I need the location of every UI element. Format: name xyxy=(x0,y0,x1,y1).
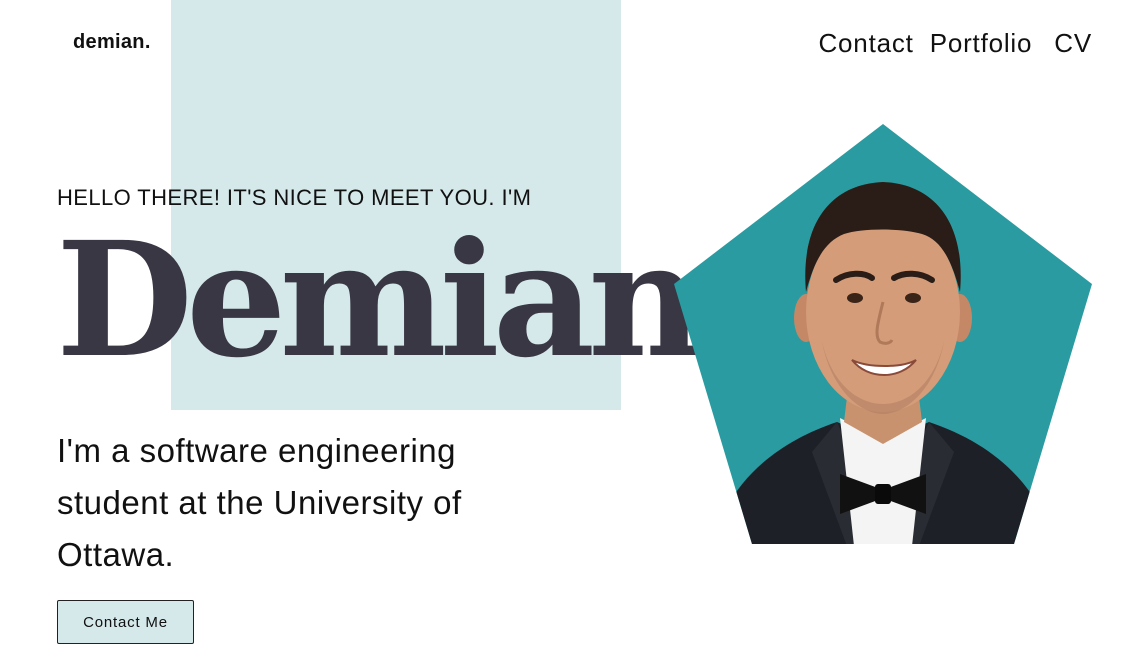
nav-link-portfolio[interactable]: Portfolio xyxy=(930,28,1033,59)
hero-intro-line: student at the University of xyxy=(57,484,462,521)
nav-link-cv[interactable]: CV xyxy=(1054,28,1092,59)
hero-intro: I'm a software engineering student at th… xyxy=(57,425,577,581)
contact-me-button[interactable]: Contact Me xyxy=(57,600,194,644)
profile-photo-pentagon xyxy=(674,124,1092,544)
hero-intro-line: Ottawa. xyxy=(57,536,175,573)
hero-intro-line: I'm a software engineering xyxy=(57,432,457,469)
hero-name: Demian xyxy=(56,208,703,393)
top-nav: Contact Portfolio CV xyxy=(818,28,1092,59)
nav-link-contact[interactable]: Contact xyxy=(818,28,913,59)
site-logo[interactable]: demian. xyxy=(73,31,151,54)
